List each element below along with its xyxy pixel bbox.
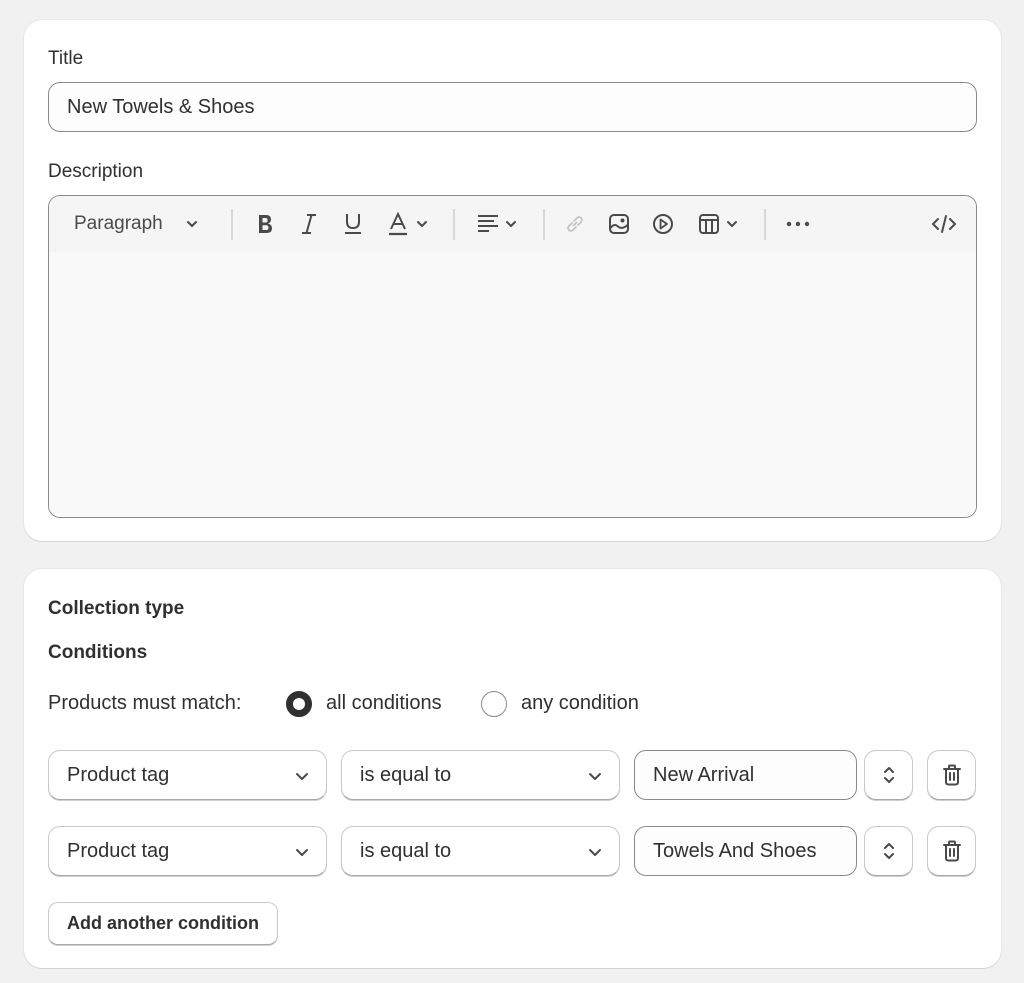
chevron-down-icon — [296, 849, 308, 856]
chevron-up-down-icon — [883, 767, 894, 783]
link-icon — [567, 216, 583, 232]
trash-icon — [942, 840, 961, 862]
condition-operator-value: is equal to — [360, 840, 452, 862]
table-icon — [698, 214, 719, 234]
condition-value-input[interactable]: New Arrival — [634, 750, 857, 800]
chevron-down-icon — [417, 221, 427, 227]
toolbar-divider — [453, 209, 455, 240]
radio-any-condition[interactable] — [481, 691, 507, 717]
collection-type-heading: Collection type — [48, 598, 185, 619]
radio-all-conditions[interactable] — [286, 691, 312, 717]
text-color-dropdown[interactable] — [383, 196, 433, 252]
align-dropdown[interactable] — [472, 196, 522, 252]
insert-video-button[interactable] — [649, 196, 677, 252]
title-label: Title — [48, 48, 84, 69]
trash-icon — [942, 764, 961, 786]
chevron-down-icon — [505, 221, 516, 227]
code-icon — [932, 215, 956, 233]
toolbar-divider — [543, 209, 545, 240]
italic-button[interactable] — [295, 196, 323, 252]
condition-field-select[interactable]: Product tag — [48, 826, 327, 876]
condition-value-stepper[interactable] — [864, 826, 913, 876]
paragraph-format-label: Paragraph — [74, 213, 163, 234]
condition-value-stepper[interactable] — [864, 750, 913, 800]
condition-operator-select[interactable]: is equal to — [341, 750, 620, 800]
title-input[interactable]: New Towels & Shoes — [48, 82, 977, 132]
condition-operator-value: is equal to — [360, 764, 452, 786]
chevron-down-icon — [186, 221, 197, 227]
condition-field-select[interactable]: Product tag — [48, 750, 327, 800]
condition-field-value: Product tag — [67, 764, 170, 786]
match-label: Products must match: — [48, 692, 242, 714]
description-content-area[interactable] — [49, 252, 976, 517]
chevron-down-icon — [296, 773, 308, 780]
add-condition-button[interactable]: Add another condition — [48, 902, 278, 945]
title-description-card: Title New Towels & Shoes Description Par… — [24, 20, 1001, 541]
insert-image-button[interactable] — [605, 196, 633, 252]
condition-operator-select[interactable]: is equal to — [341, 826, 620, 876]
toolbar-divider — [764, 209, 766, 240]
radio-any-condition-label[interactable]: any condition — [521, 692, 639, 715]
chevron-down-icon — [589, 773, 601, 780]
condition-value-input[interactable]: Towels And Shoes — [634, 826, 857, 876]
align-left-icon — [477, 215, 498, 232]
paragraph-format-dropdown[interactable]: Paragraph — [74, 196, 214, 252]
more-options-button[interactable] — [783, 196, 813, 252]
play-circle-icon — [653, 214, 673, 234]
italic-icon — [302, 214, 316, 234]
text-color-icon — [389, 212, 407, 236]
description-label: Description — [48, 161, 144, 182]
bold-icon — [259, 215, 272, 233]
conditions-heading: Conditions — [48, 642, 148, 663]
delete-condition-button[interactable] — [927, 750, 976, 800]
image-icon — [609, 214, 629, 234]
more-horizontal-icon — [786, 221, 810, 227]
show-html-button[interactable] — [929, 196, 959, 252]
chevron-down-icon — [726, 221, 737, 227]
radio-all-conditions-label[interactable]: all conditions — [326, 692, 442, 715]
collection-type-card: Collection type Conditions Products must… — [24, 569, 1001, 968]
underline-button[interactable] — [339, 196, 367, 252]
underline-icon — [345, 214, 361, 234]
link-button[interactable] — [561, 196, 589, 252]
description-editor: Paragraph — [48, 195, 977, 518]
bold-button[interactable] — [251, 196, 279, 252]
insert-table-dropdown[interactable] — [693, 196, 743, 252]
condition-field-value: Product tag — [67, 840, 170, 862]
chevron-up-down-icon — [883, 843, 894, 859]
editor-toolbar: Paragraph — [49, 196, 976, 252]
delete-condition-button[interactable] — [927, 826, 976, 876]
toolbar-divider — [231, 209, 233, 240]
chevron-down-icon — [589, 849, 601, 856]
